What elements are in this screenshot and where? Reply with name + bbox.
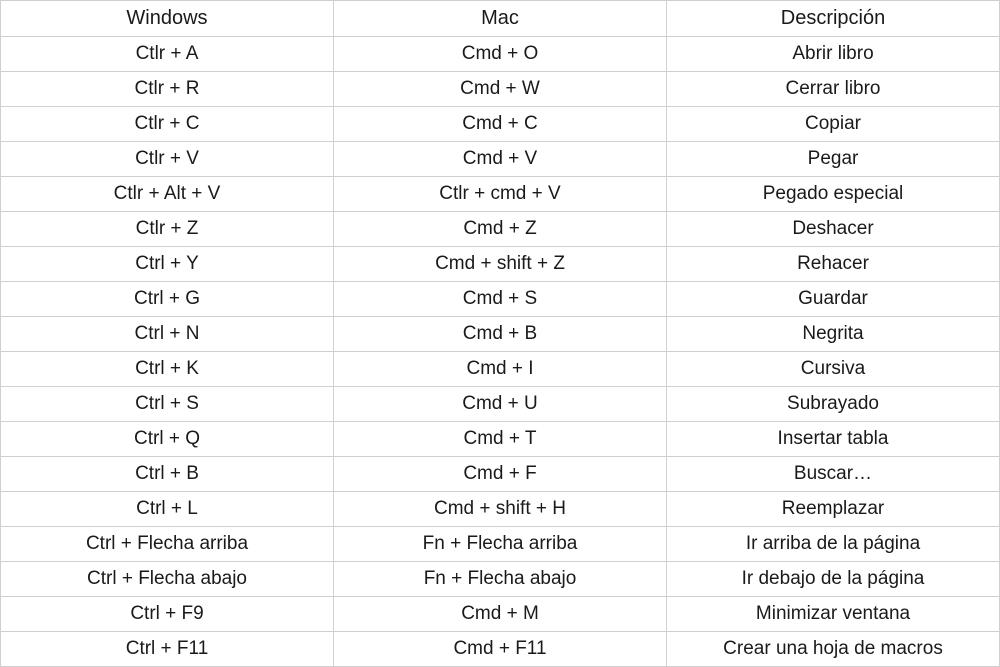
cell-mac: Cmd + Z [334,212,667,247]
cell-windows: Ctlr + R [1,72,334,107]
cell-mac: Fn + Flecha arriba [334,527,667,562]
cell-windows: Ctrl + Q [1,422,334,457]
table-row: Ctrl + F9 Cmd + M Minimizar ventana [1,597,1000,632]
cell-windows: Ctrl + G [1,282,334,317]
cell-description: Minimizar ventana [667,597,1000,632]
cell-mac: Cmd + W [334,72,667,107]
cell-mac: Ctlr + cmd + V [334,177,667,212]
cell-description: Copiar [667,107,1000,142]
table-row: Ctrl + G Cmd + S Guardar [1,282,1000,317]
header-description: Descripción [667,1,1000,37]
table-row: Ctlr + C Cmd + C Copiar [1,107,1000,142]
cell-windows: Ctrl + Y [1,247,334,282]
table-row: Ctlr + V Cmd + V Pegar [1,142,1000,177]
table-row: Ctrl + Q Cmd + T Insertar tabla [1,422,1000,457]
cell-description: Ir debajo de la página [667,562,1000,597]
cell-description: Crear una hoja de macros [667,632,1000,667]
table-row: Ctrl + F11 Cmd + F11 Crear una hoja de m… [1,632,1000,667]
cell-description: Insertar tabla [667,422,1000,457]
table-row: Ctrl + S Cmd + U Subrayado [1,387,1000,422]
table-row: Ctrl + L Cmd + shift + H Reemplazar [1,492,1000,527]
cell-mac: Cmd + F11 [334,632,667,667]
table-row: Ctrl + N Cmd + B Negrita [1,317,1000,352]
header-mac: Mac [334,1,667,37]
cell-description: Guardar [667,282,1000,317]
cell-description: Pegado especial [667,177,1000,212]
cell-mac: Cmd + T [334,422,667,457]
cell-mac: Cmd + B [334,317,667,352]
cell-windows: Ctlr + Z [1,212,334,247]
cell-windows: Ctrl + K [1,352,334,387]
cell-windows: Ctrl + Flecha abajo [1,562,334,597]
cell-description: Ir arriba de la página [667,527,1000,562]
table-row: Ctrl + B Cmd + F Buscar… [1,457,1000,492]
cell-mac: Cmd + shift + Z [334,247,667,282]
cell-windows: Ctlr + V [1,142,334,177]
cell-description: Pegar [667,142,1000,177]
cell-mac: Cmd + M [334,597,667,632]
cell-windows: Ctrl + F9 [1,597,334,632]
cell-description: Cerrar libro [667,72,1000,107]
cell-mac: Cmd + I [334,352,667,387]
shortcuts-table: Windows Mac Descripción Ctlr + A Cmd + O… [0,0,1000,667]
cell-mac: Cmd + shift + H [334,492,667,527]
cell-description: Abrir libro [667,37,1000,72]
cell-mac: Cmd + U [334,387,667,422]
cell-windows: Ctrl + S [1,387,334,422]
cell-windows: Ctrl + B [1,457,334,492]
table-row: Ctlr + A Cmd + O Abrir libro [1,37,1000,72]
table-row: Ctlr + Alt + V Ctlr + cmd + V Pegado esp… [1,177,1000,212]
cell-description: Rehacer [667,247,1000,282]
cell-mac: Cmd + S [334,282,667,317]
cell-windows: Ctrl + L [1,492,334,527]
table-row: Ctrl + Y Cmd + shift + Z Rehacer [1,247,1000,282]
cell-mac: Cmd + C [334,107,667,142]
table-row: Ctrl + K Cmd + I Cursiva [1,352,1000,387]
cell-mac: Cmd + V [334,142,667,177]
cell-description: Deshacer [667,212,1000,247]
cell-description: Reemplazar [667,492,1000,527]
table-row: Ctlr + R Cmd + W Cerrar libro [1,72,1000,107]
cell-windows: Ctrl + Flecha arriba [1,527,334,562]
cell-description: Negrita [667,317,1000,352]
cell-windows: Ctrl + F11 [1,632,334,667]
cell-windows: Ctlr + A [1,37,334,72]
cell-mac: Fn + Flecha abajo [334,562,667,597]
cell-mac: Cmd + O [334,37,667,72]
cell-mac: Cmd + F [334,457,667,492]
cell-windows: Ctlr + Alt + V [1,177,334,212]
cell-windows: Ctlr + C [1,107,334,142]
cell-description: Buscar… [667,457,1000,492]
table-header-row: Windows Mac Descripción [1,1,1000,37]
table-row: Ctlr + Z Cmd + Z Deshacer [1,212,1000,247]
table-row: Ctrl + Flecha abajo Fn + Flecha abajo Ir… [1,562,1000,597]
table-row: Ctrl + Flecha arriba Fn + Flecha arriba … [1,527,1000,562]
cell-description: Subrayado [667,387,1000,422]
header-windows: Windows [1,1,334,37]
cell-windows: Ctrl + N [1,317,334,352]
cell-description: Cursiva [667,352,1000,387]
